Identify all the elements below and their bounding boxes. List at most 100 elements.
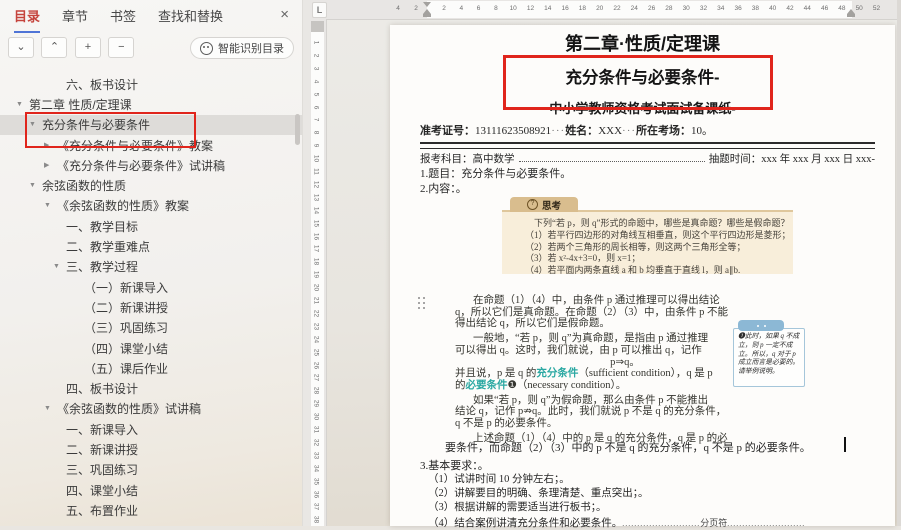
app-window: 目录章节书签查找和替换 × ⌄ ⌃ + − 智能识别目录 六、板书设计▼第二章 … [0, 0, 901, 526]
drag-handle-icon[interactable] [418, 297, 425, 309]
tree-item-1[interactable]: ▼第二章 性质/定理课 [0, 94, 302, 114]
textbook-line: 在命题（1）（4）中，由条件 p 通过推理可以得出结论 [455, 295, 795, 307]
close-icon[interactable]: × [280, 7, 289, 22]
tree-item-label: 《充分条件与必要条件》试讲稿 [57, 157, 225, 174]
sidebar-scrollbar-thumb[interactable] [295, 114, 300, 145]
sidebar-tab-3[interactable]: 查找和替换 [158, 6, 223, 33]
ruler-number: 35 [313, 476, 320, 486]
zoom-in-button[interactable]: + [75, 37, 101, 58]
text-segment: q，所以它们是真命题。在命题（2）（3）中，由条件 p 不能 [455, 307, 728, 318]
admission-segment: 姓名： [565, 125, 598, 137]
tree-item-label: 第二章 性质/定理课 [29, 96, 132, 113]
first-line-indent-marker[interactable] [423, 2, 431, 7]
chevron-down-icon[interactable]: ▼ [29, 121, 42, 128]
ai-icon [200, 42, 213, 55]
tree-item-18[interactable]: 二、新课讲授 [0, 439, 302, 459]
chevron-down-icon[interactable]: ▼ [53, 263, 66, 270]
vertical-ruler[interactable]: 1234567891011121314151617181920212223242… [310, 19, 327, 526]
tree-item-label: 六、板书设计 [66, 76, 138, 93]
ruler-number: 14 [313, 205, 320, 215]
tree-item-label: 三、教学过程 [66, 258, 138, 275]
tree-item-9[interactable]: ▼三、教学过程 [0, 257, 302, 277]
ruler-number: 2 [414, 5, 418, 12]
tree-item-label: 一、新课导入 [66, 421, 138, 438]
think-line: （1）若平行四边形的对角线互相垂直，则这个平行四边形是菱形； [525, 230, 787, 242]
document-page[interactable]: 第二章·性质/定理课 充分条件与必要条件- 中小学教师资格考试面试备课纸- 准考… [390, 25, 895, 526]
tree-item-4[interactable]: ▶《充分条件与必要条件》试讲稿 [0, 155, 302, 175]
text-segment: 如果“若 p，则 q”为假命题，那么由条件 p 不能推出 [473, 395, 708, 406]
textbook-line: 结论 q，记作 p⇏q。此时，我们就说 p 不是 q 的充分条件， [455, 406, 795, 418]
tree-item-20[interactable]: 四、课堂小结 [0, 480, 302, 500]
think-box: ? 思考 下列“若 p，则 q”形式的命题中，哪些是真命题？哪些是假命题？（1）… [502, 197, 793, 274]
chevron-down-icon[interactable]: ▼ [44, 202, 57, 209]
tree-item-5[interactable]: ▼余弦函数的性质 [0, 175, 302, 195]
horizontal-ruler[interactable]: 4224681012141618202224262830323436384042… [310, 0, 901, 20]
textbook-line: 如果“若 p，则 q”为假命题，那么由条件 p 不能推出 [455, 395, 795, 407]
subject-line: 报考科目：高中数学 抽题时间：xxx 年 xxx 月 xxx 日 xxx- [420, 151, 875, 166]
ruler-number: 28 [665, 5, 672, 12]
tree-item-21[interactable]: 五、布置作业 [0, 500, 302, 520]
left-indent-marker[interactable] [423, 14, 431, 17]
sidebar-tab-0[interactable]: 目录 [14, 6, 40, 33]
tree-item-6[interactable]: ▼《余弦函数的性质》教案 [0, 196, 302, 216]
tree-item-12[interactable]: （三）巩固练习 [0, 318, 302, 338]
chevron-right-icon[interactable]: ▶ [44, 141, 57, 149]
ruler-number: 12 [313, 179, 320, 189]
chevron-down-icon[interactable]: ▼ [44, 405, 57, 412]
tab-stop-selector[interactable]: L [312, 2, 327, 18]
tree-item-8[interactable]: 二、教学重难点 [0, 236, 302, 256]
think-body: 下列“若 p，则 q”形式的命题中，哪些是真命题？哪些是假命题？（1）若平行四边… [502, 210, 793, 274]
ruler-number: 16 [313, 231, 320, 241]
ruler-number: 18 [313, 257, 320, 267]
sidebar-tab-1[interactable]: 章节 [62, 6, 88, 33]
chevron-right-icon[interactable]: ▶ [44, 161, 57, 169]
chevron-down-icon[interactable]: ▼ [16, 101, 29, 108]
ruler-number: 4 [396, 5, 400, 12]
tree-item-10[interactable]: （一）新课导入 [0, 277, 302, 297]
ruler-number: 20 [313, 283, 320, 293]
ruler-number: 36 [734, 5, 741, 12]
tree-item-14[interactable]: （五）课后作业 [0, 358, 302, 378]
question-icon: ? [527, 199, 538, 210]
ruler-number: 34 [313, 463, 320, 473]
think-tab: ? 思考 [510, 197, 578, 212]
tree-item-13[interactable]: （四）课堂小结 [0, 338, 302, 358]
tree-item-label: 二、新课讲授 [66, 441, 138, 458]
tree-item-2[interactable]: ▼充分条件与必要条件 [0, 115, 302, 135]
keyword-highlight: 充分条件 [536, 368, 578, 379]
tree-item-label: 《充分条件与必要条件》教案 [57, 137, 213, 154]
double-rule [420, 142, 875, 149]
ruler-number: 4 [313, 76, 320, 86]
tree-item-label: 一、教学目标 [66, 218, 138, 235]
text-segment: ❶（necessary condition）。 [508, 380, 627, 391]
sidebar-tab-2[interactable]: 书签 [110, 6, 136, 33]
ruler-number: 30 [313, 412, 320, 422]
textbook-line: q 不是 p 的必要条件。 [455, 418, 795, 430]
collapse-button[interactable]: ⌄ [8, 37, 34, 58]
right-indent-marker-base[interactable] [847, 14, 855, 17]
tree-item-3[interactable]: ▶《充分条件与必要条件》教案 [0, 135, 302, 155]
admission-info-line: 准考证号：13111623508921···姓名：XXX···所在考场：10。 [420, 122, 713, 138]
admission-segment: XXX [598, 125, 622, 137]
tree-item-label: 五、布置作业 [66, 502, 138, 519]
smart-catalog-button[interactable]: 智能识别目录 [190, 37, 294, 59]
textbook-screenshot[interactable]: ? 思考 下列“若 p，则 q”形式的命题中，哪些是真命题？哪些是假命题？（1）… [455, 195, 853, 439]
expand-button[interactable]: ⌃ [41, 37, 67, 58]
document-scrollbar[interactable] [897, 0, 901, 526]
requirement-line: （3）根据讲解的需要适当进行板书；。 [428, 501, 649, 515]
tree-item-17[interactable]: 一、新课导入 [0, 419, 302, 439]
tree-item-19[interactable]: 三、巩固练习 [0, 460, 302, 480]
tree-item-7[interactable]: 一、教学目标 [0, 216, 302, 236]
think-line: （2）若两个三角形的周长相等，则这两个三角形全等； [525, 242, 787, 254]
tree-item-0[interactable]: 六、板书设计 [0, 74, 302, 94]
chevron-down-icon[interactable]: ▼ [29, 182, 42, 189]
admission-segment: 准考证号： [420, 125, 475, 137]
tree-item-11[interactable]: （二）新课讲授 [0, 297, 302, 317]
zoom-out-button[interactable]: − [108, 37, 134, 58]
tree-item-15[interactable]: 四、板书设计 [0, 378, 302, 398]
ruler-number: 7 [313, 115, 320, 125]
draw-time-label: 抽题时间：xxx 年 xxx 月 xxx 日 xxx- [709, 151, 875, 166]
text-segment: （sufficient condition），q 是 p [578, 368, 712, 379]
tree-item-16[interactable]: ▼《余弦函数的性质》试讲稿 [0, 399, 302, 419]
margin-note-tab [738, 320, 784, 331]
